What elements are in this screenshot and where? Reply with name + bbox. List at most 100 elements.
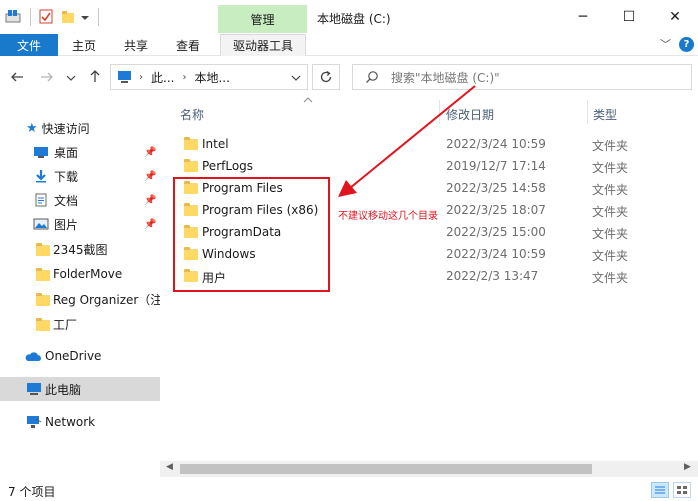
item-count: 7 个项目 (8, 485, 56, 499)
pin-icon: 📌 (144, 194, 157, 206)
download-icon (36, 170, 46, 183)
file-type: 文件夹 (592, 161, 629, 175)
file-type: 文件夹 (592, 227, 629, 241)
desktop-icon (34, 147, 48, 158)
sidebar-item-2345-screenshot[interactable]: 2345截图 (0, 237, 160, 261)
sidebar-item-this-pc[interactable]: 此电脑 (0, 377, 160, 401)
back-arrow-icon[interactable] (10, 71, 24, 83)
close-button[interactable]: ✕ (652, 0, 698, 34)
drive-icon[interactable] (4, 8, 24, 26)
tab-file[interactable]: 文件 (0, 34, 58, 56)
pin-icon: 📌 (144, 146, 157, 158)
tab-manage[interactable]: 管理 (218, 5, 307, 33)
folder-icon (184, 159, 198, 172)
recent-locations-icon[interactable] (66, 74, 76, 82)
sidebar-item-label: 此电脑 (45, 382, 82, 397)
sidebar-item-label: Reg Organizer（注 (53, 292, 160, 307)
sidebar-item-label: 图片 (54, 217, 79, 232)
folder-icon (36, 293, 50, 306)
folder-icon (36, 243, 50, 256)
folder-icon (36, 318, 50, 331)
scroll-right-icon[interactable]: ▶ (684, 462, 691, 472)
sidebar-item-onedrive[interactable]: OneDrive (0, 344, 160, 368)
title-bar: 管理 本地磁盘 (C:) ─ ☐ ✕ (0, 0, 698, 34)
large-icons-view-button[interactable] (673, 482, 691, 498)
address-bar[interactable]: › 此... › 本地... (110, 64, 308, 90)
computer-icon (27, 383, 41, 395)
breadcrumb-separator: › (139, 71, 143, 83)
ribbon-tabs: 文件 主页 共享 查看 驱动器工具 ﹀ ? (0, 34, 698, 56)
details-view-icon (655, 486, 665, 494)
expand-ribbon-icon[interactable]: ﹀ (660, 36, 671, 52)
sidebar-item-network[interactable]: Network (0, 410, 160, 434)
breadcrumb-separator: › (182, 71, 187, 83)
sidebar-item-label: 桌面 (54, 145, 79, 160)
file-type: 文件夹 (592, 139, 629, 153)
sidebar-item-factory[interactable]: 工厂 (0, 312, 160, 336)
quick-access-separator (98, 8, 99, 26)
breadcrumb-this-pc[interactable]: 此... (151, 69, 174, 86)
sidebar-item-label: 下载 (54, 169, 79, 184)
sidebar-item-label: 工厂 (53, 317, 78, 332)
cloud-icon (25, 352, 41, 361)
horizontal-scrollbar[interactable]: ◀ ▶ (160, 461, 698, 477)
pin-icon: 📌 (144, 218, 157, 230)
file-date: 2022/2/3 13:47 (446, 269, 539, 283)
up-arrow-icon[interactable] (89, 69, 101, 83)
details-view-button[interactable] (651, 482, 669, 498)
properties-icon[interactable] (38, 8, 54, 26)
sidebar-item-pictures[interactable]: 图片 📌 (0, 212, 160, 236)
sidebar-item-downloads[interactable]: 下载 📌 (0, 164, 160, 188)
sidebar-item-foldermove[interactable]: FolderMove (0, 262, 160, 286)
column-divider[interactable] (587, 100, 588, 124)
file-date: 2022/3/25 15:00 (446, 225, 546, 239)
minimize-button[interactable]: ─ (560, 0, 606, 34)
sidebar-item-desktop[interactable]: 桌面 📌 (0, 140, 160, 164)
file-type: 文件夹 (592, 205, 629, 219)
file-name: Intel (202, 137, 229, 151)
tab-drive-tools[interactable]: 驱动器工具 (220, 34, 306, 56)
forward-arrow-icon[interactable] (40, 71, 54, 83)
column-header-name[interactable]: 名称 (180, 106, 204, 123)
picture-icon (33, 218, 49, 230)
sort-up-icon (303, 97, 313, 103)
sidebar-item-documents[interactable]: 文档 📌 (0, 188, 160, 212)
sidebar-item-label: FolderMove (53, 267, 123, 281)
status-bar: 7 个项目 (0, 479, 698, 501)
scrollbar-thumb[interactable] (180, 464, 592, 474)
file-date: 2022/3/25 18:07 (446, 203, 546, 217)
breadcrumb-local-disk[interactable]: 本地... (194, 69, 229, 86)
network-icon (27, 416, 42, 428)
sidebar-item-label: OneDrive (45, 349, 102, 363)
file-type: 文件夹 (592, 249, 629, 263)
sidebar-item-label: 文档 (54, 193, 79, 208)
tab-view[interactable]: 查看 (168, 34, 208, 56)
file-type: 文件夹 (592, 183, 629, 197)
maximize-button[interactable]: ☐ (606, 0, 652, 34)
sidebar-item-label: 快速访问 (41, 121, 90, 136)
scroll-left-icon[interactable]: ◀ (166, 462, 173, 472)
column-header-type[interactable]: 类型 (593, 106, 617, 123)
computer-icon (118, 71, 131, 83)
file-date: 2022/3/24 10:59 (446, 247, 546, 261)
quick-access-separator (30, 8, 31, 26)
address-dropdown-icon[interactable] (291, 74, 301, 82)
window-title: 本地磁盘 (C:) (317, 12, 391, 26)
file-name: PerfLogs (202, 159, 254, 173)
sidebar-item-reg-organizer[interactable]: Reg Organizer（注 (0, 287, 160, 311)
pin-icon: 📌 (144, 170, 157, 182)
tab-share[interactable]: 共享 (116, 34, 156, 56)
tab-home[interactable]: 主页 (64, 34, 104, 56)
navigation-pane: ★ 快速访问 桌面 📌 下载 📌 文档 📌 图片 📌 2345截图 Folder… (0, 98, 160, 478)
customize-toolbar-icon[interactable] (80, 8, 90, 26)
annotation-text: 不建议移动这几个目录 (338, 211, 438, 222)
highlight-box (173, 177, 330, 292)
new-folder-icon[interactable] (60, 8, 76, 26)
sidebar-item-label: Network (45, 415, 96, 429)
large-icons-view-icon (677, 486, 687, 494)
sidebar-item-quick-access[interactable]: ★ 快速访问 (0, 116, 160, 140)
help-icon[interactable]: ? (679, 37, 694, 52)
document-icon (35, 193, 47, 207)
sidebar-item-label: 2345截图 (53, 242, 108, 257)
folder-icon (36, 268, 50, 281)
